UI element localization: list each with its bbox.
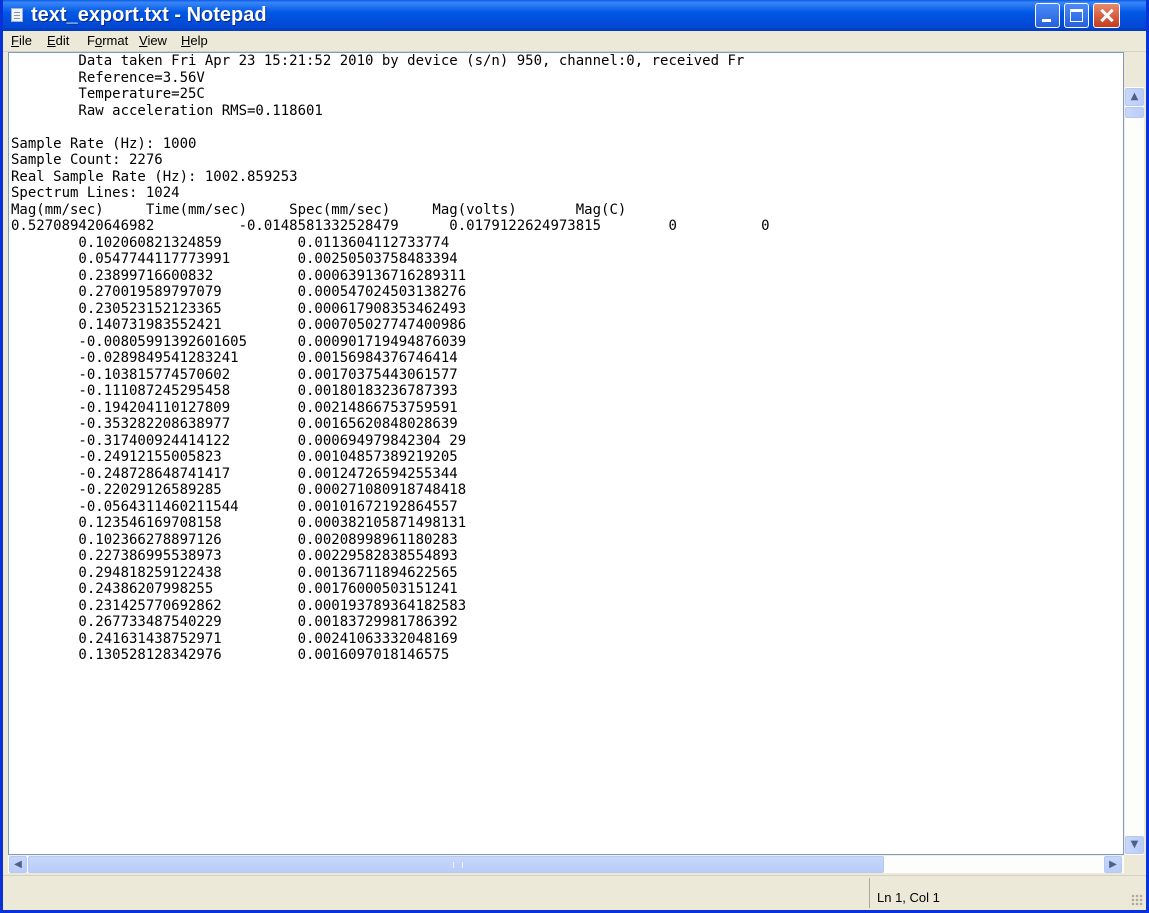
scroll-up-arrow-icon[interactable]: ▲ [1125,88,1144,106]
menu-view[interactable]: View [139,33,167,49]
resize-grip-icon[interactable] [1131,894,1143,906]
scroll-right-arrow-icon[interactable]: ▶ [1104,856,1122,873]
horizontal-scroll-thumb[interactable] [28,856,884,873]
menu-bar: File Edit Format View Help [3,31,1146,52]
menu-file[interactable]: File [11,33,32,49]
scrollbar-corner [1124,855,1144,873]
notepad-window: text_export.txt - Notepad File Edit Form… [0,0,1149,913]
window-title: text_export.txt - Notepad [31,4,267,26]
notepad-icon[interactable] [11,8,23,22]
minimize-button[interactable] [1035,3,1060,28]
cursor-position: Ln 1, Col 1 [877,890,940,905]
menu-edit[interactable]: Edit [47,33,69,49]
document-text[interactable]: Data taken Fri Apr 23 15:21:52 2010 by d… [11,53,770,664]
title-bar[interactable]: text_export.txt - Notepad [3,0,1146,31]
scroll-down-arrow-icon[interactable]: ▼ [1125,836,1144,854]
status-divider [869,878,870,908]
vertical-scrollbar[interactable] [1124,87,1144,855]
status-bar [3,875,1146,910]
menu-help[interactable]: Help [181,33,208,49]
menu-format[interactable]: Format [87,33,128,49]
close-button[interactable] [1093,3,1120,28]
vertical-scroll-thumb[interactable] [1125,107,1144,118]
scroll-left-arrow-icon[interactable]: ◀ [9,856,27,873]
text-editor[interactable]: Data taken Fri Apr 23 15:21:52 2010 by d… [8,52,1124,855]
maximize-button[interactable] [1064,3,1089,28]
